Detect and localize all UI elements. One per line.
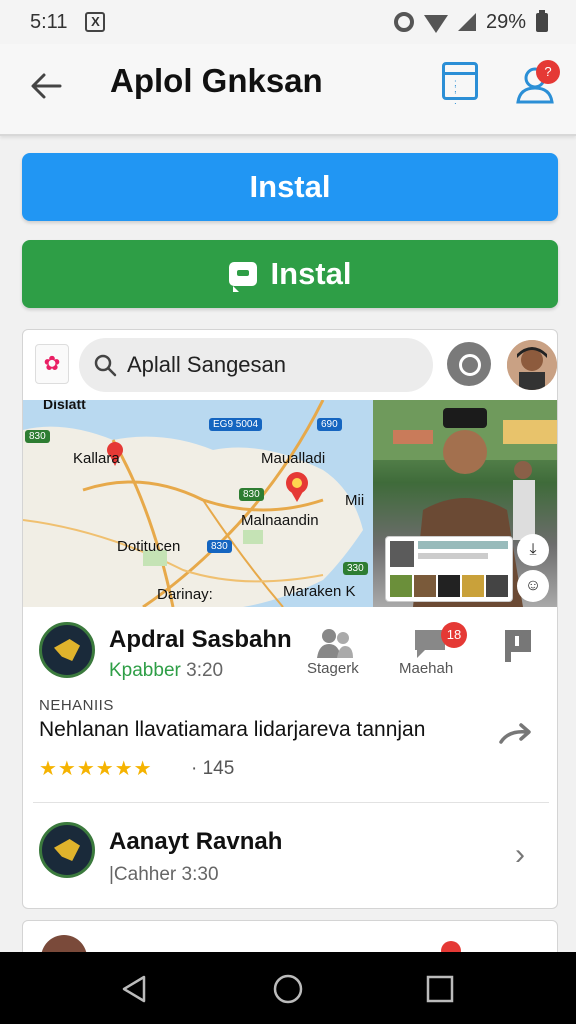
notification-badge: ? [536, 60, 560, 84]
page-title: Aplol Gnksan [110, 62, 323, 99]
app-icon [39, 822, 95, 878]
map-label: Malnaandin [241, 512, 319, 529]
system-nav-bar [0, 952, 576, 1024]
camera-icon[interactable] [447, 342, 491, 386]
item-subtitle: Kpabber 3:20 [109, 660, 223, 682]
status-icons: 29% [393, 9, 548, 34]
road-badge: 330 [343, 562, 368, 575]
map-label: Kallara [73, 450, 120, 467]
smile-icon[interactable]: ☺ [517, 570, 549, 602]
item-title[interactable]: Aanayt Ravnah [109, 828, 282, 856]
map-label: Mii [345, 492, 365, 509]
battery-percent: 29% [485, 10, 526, 33]
map-label: Dotitucen [117, 538, 181, 555]
calendar-icon[interactable]: : :: : [442, 62, 478, 107]
road-badge: 830 [207, 540, 232, 553]
item-author: Kpabber [109, 660, 181, 681]
item-time: 3:30 [181, 864, 219, 885]
item-subtitle: |Cahher 3:30 [109, 864, 219, 886]
divider [33, 802, 549, 803]
message-badge: 18 [441, 622, 467, 648]
content-card: ✿ Aplall Sangesan Dislatt Kallara Mauall… [22, 329, 558, 909]
road-badge: 830 [239, 488, 264, 501]
battery-icon [536, 9, 548, 32]
thumbnail-strip[interactable] [385, 536, 513, 602]
search-input[interactable]: Aplall Sangesan [127, 352, 286, 378]
back-nav-icon[interactable] [120, 974, 150, 1004]
install-label: Instal [249, 169, 331, 204]
section-overline: NEHANIIS [39, 697, 114, 714]
avatar[interactable] [507, 340, 557, 390]
road-badge: EG9 5004 [209, 418, 263, 431]
search-bar[interactable]: Aplall Sangesan [79, 338, 433, 392]
action-label[interactable]: Maehah [399, 660, 453, 677]
item-author: |Cahher [109, 864, 177, 885]
flag-icon[interactable] [503, 628, 533, 664]
share-icon[interactable] [499, 722, 533, 746]
avatar-image [507, 340, 557, 390]
photo-preview[interactable]: ⤓ ☺ [373, 400, 557, 607]
app-logo: ✿ [35, 344, 69, 384]
wifi-icon [423, 15, 448, 33]
search-icon [94, 354, 117, 377]
recents-nav-icon[interactable] [426, 975, 454, 1003]
app-icon [39, 622, 95, 678]
status-time: 5:11 [30, 10, 68, 33]
map-label: Maualladi [261, 450, 326, 467]
status-bar: 5:11 X 29% [0, 0, 576, 44]
install-button-primary[interactable]: Instal [22, 153, 558, 221]
people-icon[interactable] [315, 626, 355, 660]
map-label: Dislatt [43, 400, 86, 412]
sim-icon: X [85, 12, 106, 32]
road-badge: 690 [317, 418, 342, 431]
chevron-right-icon[interactable]: › [515, 838, 525, 872]
home-nav-icon[interactable] [272, 973, 304, 1005]
app-header: Aplol Gnksan : :: : ? [0, 44, 576, 136]
action-label[interactable]: Stagerk [307, 660, 359, 677]
download-icon[interactable]: ⤓ [517, 534, 549, 566]
item-time: 3:20 [186, 660, 224, 681]
chat-icon [228, 262, 257, 292]
rating-stars: ★★★★★★ [39, 758, 153, 780]
rating-count: · 145 [191, 758, 235, 779]
map-label: Darinay: [157, 586, 213, 603]
map-view[interactable]: Dislatt Kallara Maualladi Malnaandin Mii… [23, 400, 373, 607]
install-label: Instal [270, 256, 352, 291]
sync-icon [393, 12, 414, 32]
item-title[interactable]: Apdral Sasbahn [109, 626, 292, 654]
signal-icon [457, 13, 476, 31]
back-arrow-icon[interactable] [26, 66, 66, 106]
item-description: Nehlanan llavatiamara lidarjareva tannja… [39, 718, 426, 741]
map-canvas [23, 400, 363, 607]
install-button-secondary[interactable]: Instal [22, 240, 558, 308]
map-label: Maraken K [283, 583, 356, 600]
road-badge: 830 [25, 430, 50, 443]
